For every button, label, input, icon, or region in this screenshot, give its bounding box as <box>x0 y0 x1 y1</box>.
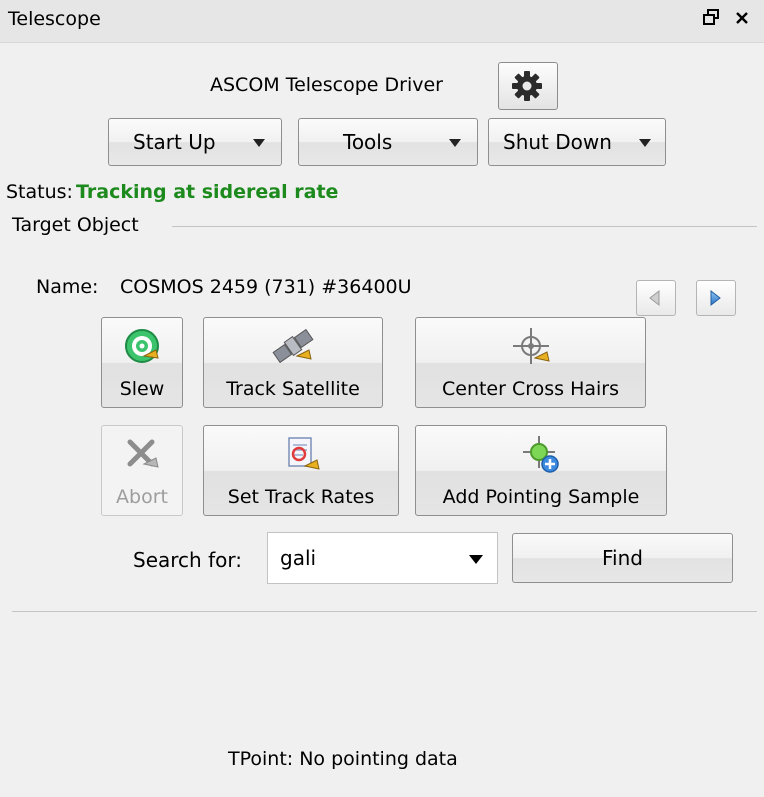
gear-icon <box>512 71 542 101</box>
chevron-down-icon <box>469 555 483 564</box>
chevron-down-icon <box>639 139 651 147</box>
previous-target-button[interactable] <box>636 280 676 316</box>
abort-button[interactable]: Abort <box>101 425 183 516</box>
arrow-right-icon <box>710 289 721 307</box>
center-cross-hairs-label: Center Cross Hairs <box>441 378 620 400</box>
name-label: Name: <box>36 276 99 298</box>
startup-label: Start Up <box>133 130 216 154</box>
next-target-button[interactable] <box>696 280 736 316</box>
chevron-down-icon <box>449 139 461 147</box>
track-satellite-label: Track Satellite <box>226 378 360 400</box>
target-group-title: Target Object <box>12 214 139 236</box>
restore-icon[interactable] <box>702 6 720 32</box>
driver-settings-button[interactable] <box>498 62 558 110</box>
set-track-rates-label: Set Track Rates <box>227 486 375 508</box>
center-cross-hairs-button[interactable]: Center Cross Hairs <box>415 317 646 408</box>
section-divider <box>12 611 757 612</box>
shutdown-label: Shut Down <box>503 130 612 154</box>
status-value: Tracking at sidereal rate <box>76 181 339 203</box>
track-satellite-button[interactable]: Track Satellite <box>203 317 383 408</box>
add-pointing-sample-label: Add Pointing Sample <box>442 486 640 508</box>
target-slew-icon <box>125 329 159 363</box>
tools-dropdown[interactable]: Tools <box>298 118 478 166</box>
abort-icon <box>127 439 159 468</box>
arrow-left-icon <box>649 289 660 307</box>
search-combobox[interactable]: gali <box>267 532 498 584</box>
tools-label: Tools <box>343 130 393 154</box>
slew-label: Slew <box>119 378 165 400</box>
window-title: Telescope <box>8 8 101 30</box>
slew-button[interactable]: Slew <box>101 317 183 408</box>
tpoint-status: TPoint: No pointing data <box>228 748 458 770</box>
track-rates-icon <box>288 437 320 470</box>
chevron-down-icon <box>253 139 265 147</box>
startup-dropdown[interactable]: Start Up <box>108 118 282 166</box>
status-label: Status: <box>6 181 73 203</box>
title-bar: Telescope <box>0 0 764 43</box>
driver-label: ASCOM Telescope Driver <box>210 74 443 96</box>
shutdown-dropdown[interactable]: Shut Down <box>488 118 666 166</box>
group-divider <box>172 226 757 227</box>
search-label: Search for: <box>133 548 242 572</box>
add-pointing-sample-icon <box>523 436 559 473</box>
search-value: gali <box>280 546 317 570</box>
abort-label: Abort <box>116 486 168 508</box>
find-button[interactable]: Find <box>512 533 733 583</box>
crosshair-icon <box>512 328 550 364</box>
target-name-value: COSMOS 2459 (731) #36400U <box>120 276 412 298</box>
set-track-rates-button[interactable]: Set Track Rates <box>203 425 399 516</box>
satellite-icon <box>272 328 314 364</box>
close-icon[interactable] <box>734 6 750 32</box>
add-pointing-sample-button[interactable]: Add Pointing Sample <box>415 425 667 516</box>
